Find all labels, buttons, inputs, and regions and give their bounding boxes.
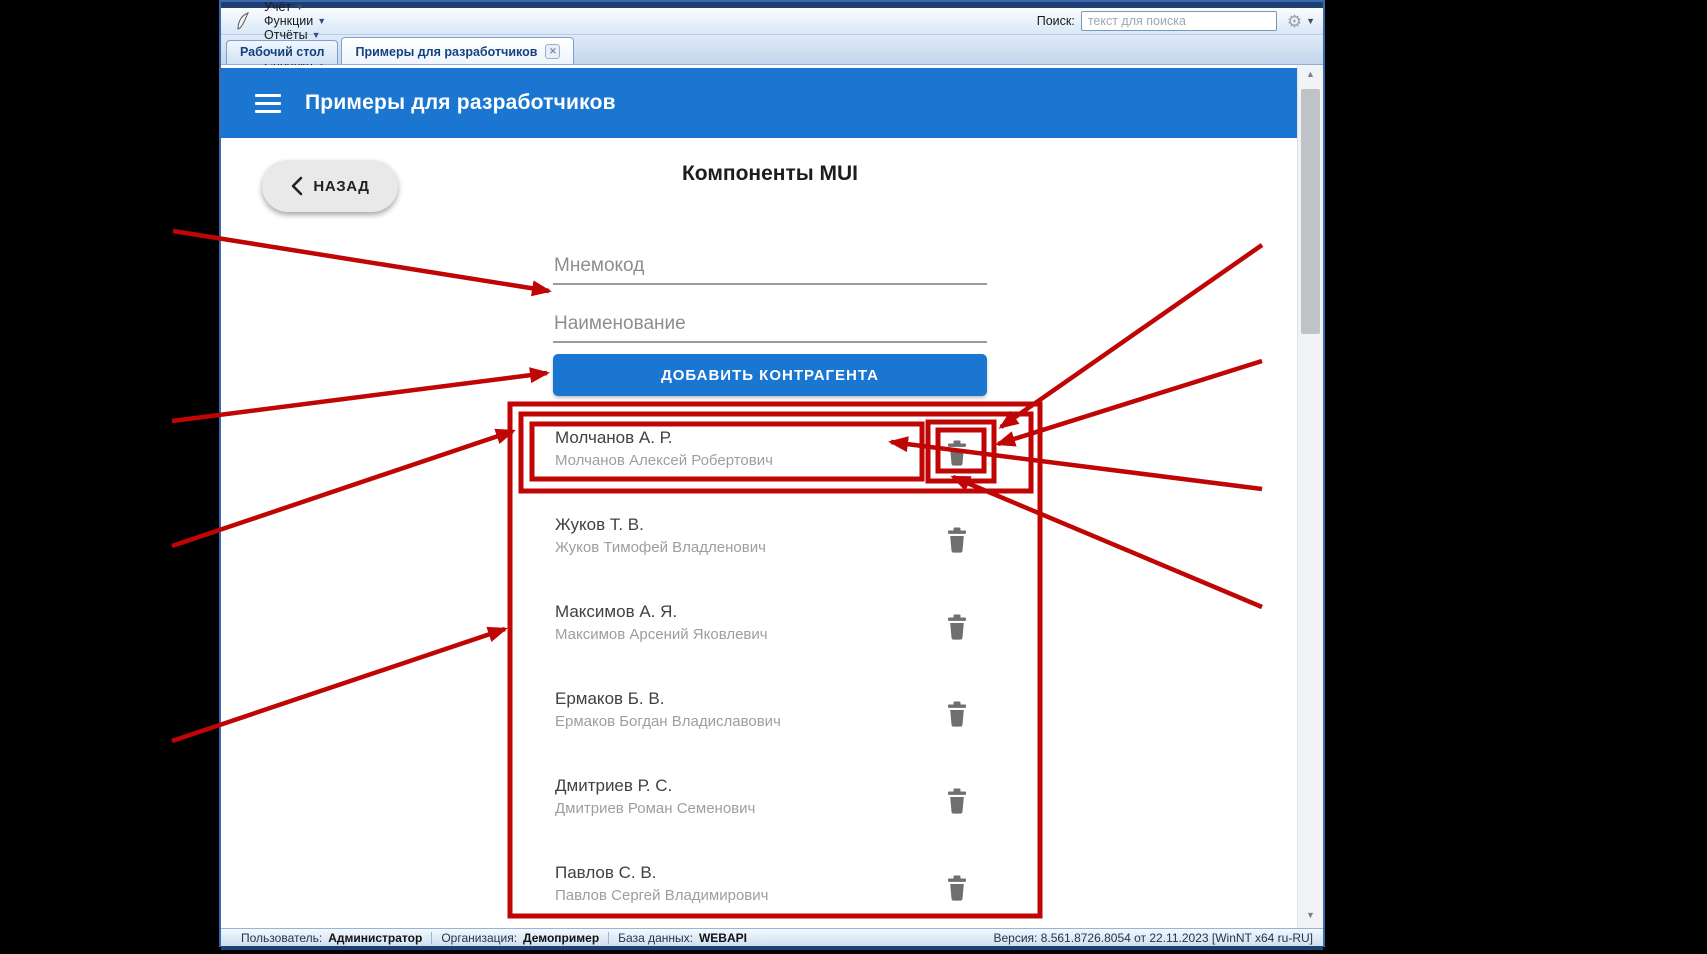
name-field[interactable] [553, 313, 987, 343]
mui-app-bar: Примеры для разработчиков [221, 68, 1298, 138]
status-user: Пользователь: Администратор [241, 931, 422, 945]
contact-row[interactable]: Дмитриев Р. С. Дмитриев Роман Семенович [553, 776, 990, 838]
menu-item-label: Функции [264, 14, 313, 28]
toolbar-search: Поиск: ⚙ ▼ [1037, 11, 1315, 31]
delete-trash-icon[interactable] [945, 526, 969, 554]
contact-row[interactable]: Павлов С. В. Павлов Сергей Владимирович [553, 863, 990, 925]
main-menubar: Файл ▼ Документы ▼ Учёт ▼ Функции ▼ Отчё… [221, 8, 1323, 35]
scrollbar-thumb[interactable] [1301, 89, 1320, 334]
status-user-value: Администратор [328, 931, 422, 945]
menu-item-label: Учёт [264, 0, 291, 14]
back-button[interactable]: НАЗАД [262, 160, 398, 212]
gear-caret-icon[interactable]: ▼ [1306, 16, 1315, 26]
status-separator [431, 932, 432, 944]
app-quill-icon [235, 12, 250, 30]
status-database-value: WEBAPI [699, 931, 747, 945]
tab-developer-examples[interactable]: Примеры для разработчиков ✕ [341, 37, 574, 64]
status-database: База данных: WEBAPI [618, 931, 747, 945]
search-input[interactable] [1081, 11, 1277, 31]
vertical-scrollbar[interactable]: ▲ ▼ [1297, 65, 1323, 928]
chevron-down-icon: ▼ [317, 16, 326, 26]
mnemocode-field[interactable] [553, 255, 987, 285]
contact-row[interactable]: Ермаков Б. В. Ермаков Богдан Владиславов… [553, 689, 990, 751]
contact-secondary-text: Максимов Арсений Яковлевич [555, 626, 768, 643]
chevron-down-icon: ▼ [295, 2, 304, 12]
status-organization-label: Организация: [441, 931, 517, 945]
chevron-left-icon [290, 176, 303, 196]
contact-primary-text: Жуков Т. В. [555, 515, 644, 535]
delete-trash-icon[interactable] [945, 787, 969, 815]
contact-primary-text: Молчанов А. Р. [555, 428, 673, 448]
menu-item[interactable]: Учёт ▼ [264, 0, 341, 14]
contact-primary-text: Дмитриев Р. С. [555, 776, 672, 796]
contact-row[interactable]: Молчанов А. Р. Молчанов Алексей Робертов… [553, 428, 990, 490]
application-window: Файл ▼ Документы ▼ Учёт ▼ Функции ▼ Отчё… [219, 0, 1325, 947]
window-bottom-strip [221, 946, 1323, 950]
status-separator [608, 932, 609, 944]
tab-desktop[interactable]: Рабочий стол [226, 40, 338, 64]
web-content-area: Примеры для разработчиков НАЗАД Компонен… [221, 65, 1323, 928]
contact-secondary-text: Ермаков Богдан Владиславович [555, 713, 781, 730]
contact-primary-text: Максимов А. Я. [555, 602, 677, 622]
tab-close-icon[interactable]: ✕ [545, 44, 560, 59]
scroll-up-icon[interactable]: ▲ [1298, 65, 1323, 84]
tab-desktop-label: Рабочий стол [240, 45, 324, 59]
hamburger-menu-icon[interactable] [255, 94, 281, 113]
scroll-down-icon[interactable]: ▼ [1298, 906, 1323, 925]
contact-secondary-text: Павлов Сергей Владимирович [555, 887, 768, 904]
chevron-down-icon: ▼ [312, 30, 321, 40]
contact-primary-text: Павлов С. В. [555, 863, 656, 883]
menu-item[interactable]: Функции ▼ [264, 14, 341, 28]
screenshot-stage: Файл ▼ Документы ▼ Учёт ▼ Функции ▼ Отчё… [0, 0, 1707, 954]
back-button-label: НАЗАД [313, 178, 369, 195]
delete-trash-icon[interactable] [945, 874, 969, 902]
contact-secondary-text: Молчанов Алексей Робертович [555, 452, 773, 469]
status-database-label: База данных: [618, 931, 693, 945]
contact-secondary-text: Дмитриев Роман Семенович [555, 800, 755, 817]
contact-row[interactable]: Максимов А. Я. Максимов Арсений Яковлеви… [553, 602, 990, 664]
delete-trash-icon[interactable] [945, 613, 969, 641]
status-user-label: Пользователь: [241, 931, 322, 945]
contact-secondary-text: Жуков Тимофей Владленович [555, 539, 766, 556]
delete-trash-icon[interactable] [945, 700, 969, 728]
contact-primary-text: Ермаков Б. В. [555, 689, 664, 709]
status-organization: Организация: Демопример [441, 931, 599, 945]
status-organization-value: Демопример [523, 931, 599, 945]
search-label: Поиск: [1037, 14, 1075, 28]
tab-bar: Рабочий стол Примеры для разработчиков ✕ [221, 35, 1323, 65]
app-bar-title: Примеры для разработчиков [305, 91, 616, 115]
tab-developer-examples-label: Примеры для разработчиков [355, 45, 537, 59]
status-bar: Пользователь: Администратор Организация:… [221, 928, 1323, 946]
add-contractor-button[interactable]: ДОБАВИТЬ КОНТРАГЕНТА [553, 354, 987, 396]
delete-trash-icon[interactable] [945, 439, 969, 467]
version-text: Версия: 8.561.8726.8054 от 22.11.2023 [W… [993, 931, 1313, 945]
gear-icon[interactable]: ⚙ [1287, 13, 1302, 30]
contact-row[interactable]: Жуков Т. В. Жуков Тимофей Владленович [553, 515, 990, 577]
page-title: Компоненты MUI [553, 162, 987, 186]
